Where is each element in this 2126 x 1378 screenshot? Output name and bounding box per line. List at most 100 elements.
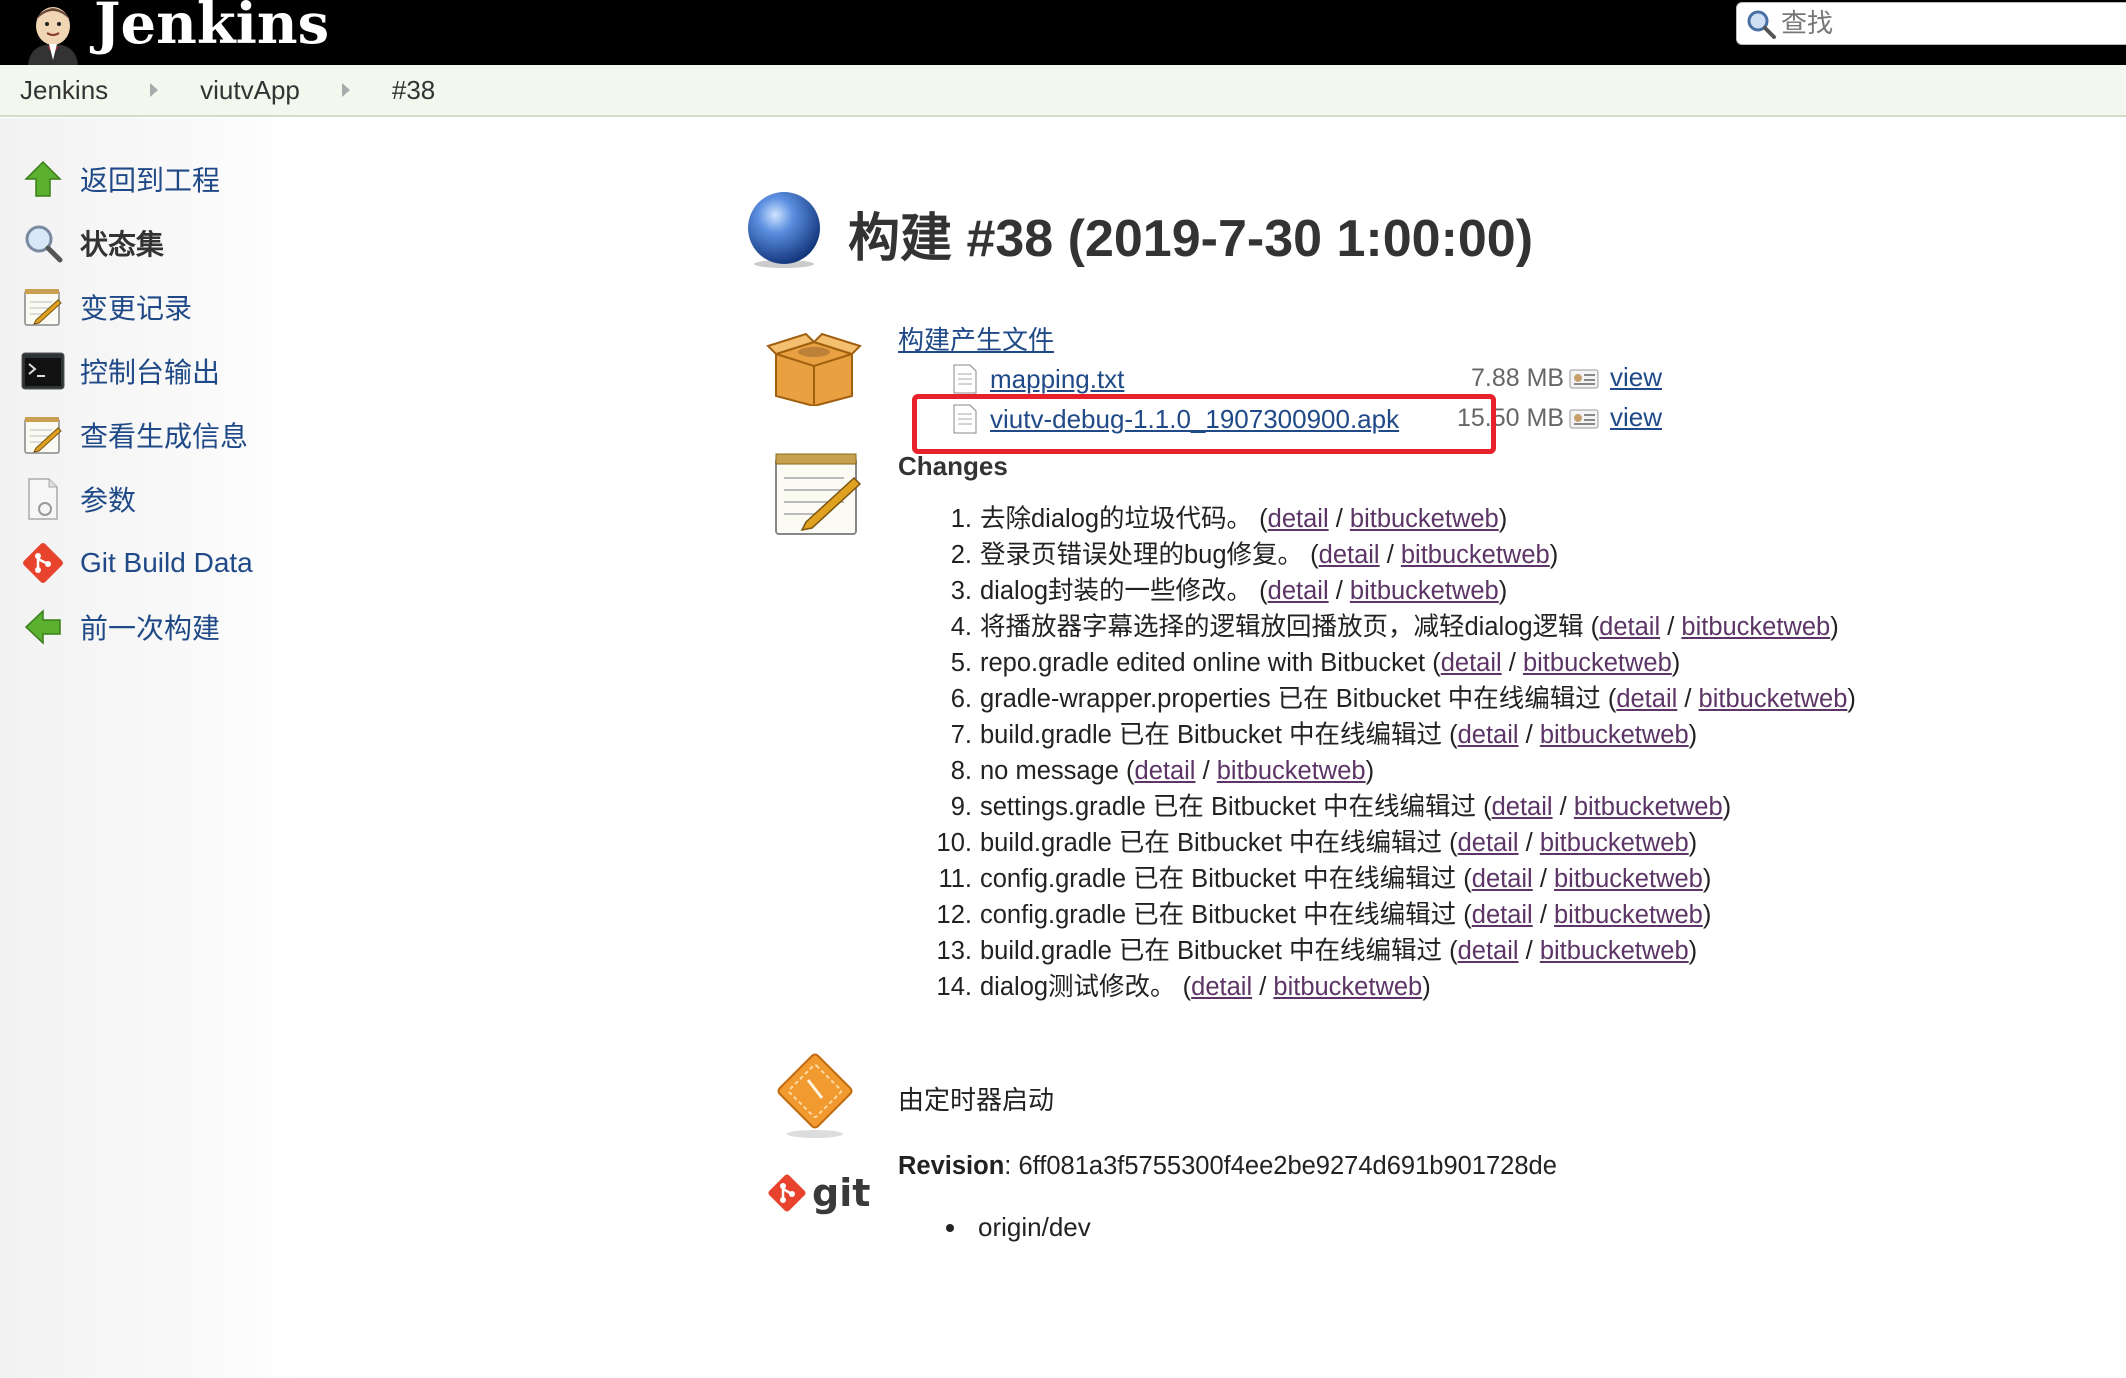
change-detail-link[interactable]: detail [1191, 969, 1252, 1005]
change-number: 4. [950, 613, 972, 641]
notepad-icon [20, 284, 66, 330]
build-cause-text: 由定时器启动 [898, 1085, 1055, 1115]
change-detail-link[interactable]: detail [1458, 825, 1519, 861]
change-number: 14. [936, 973, 972, 1001]
list-item: 3. dialog封装的一些修改。 (detail / bitbucketweb) [898, 573, 1856, 609]
change-web-link[interactable]: bitbucketweb [1217, 753, 1366, 789]
package-icon [766, 332, 862, 406]
change-detail-link[interactable]: detail [1492, 789, 1553, 825]
changes-heading: Changes [898, 451, 1008, 481]
change-web-link[interactable]: bitbucketweb [1401, 537, 1550, 573]
change-detail-link[interactable]: detail [1268, 573, 1329, 609]
artifact-view-link[interactable]: view [1610, 362, 1662, 393]
change-detail-link[interactable]: detail [1268, 501, 1329, 537]
git-diamond-icon [768, 1174, 806, 1212]
change-detail-link[interactable]: detail [1458, 933, 1519, 969]
task-label[interactable]: 参数 [80, 479, 136, 519]
task-changes[interactable]: 变更记录 [20, 282, 192, 332]
notepad-icon [775, 453, 862, 535]
change-web-link[interactable]: bitbucketweb [1699, 681, 1848, 717]
change-web-link[interactable]: bitbucketweb [1554, 861, 1703, 897]
task-label[interactable]: 状态集 [80, 223, 164, 263]
task-previous-build[interactable]: 前一次构建 [20, 602, 220, 652]
left-arrow-icon [20, 604, 66, 650]
breadcrumb-jenkins[interactable]: Jenkins [20, 75, 108, 106]
change-number: 7. [950, 721, 972, 749]
search-input[interactable] [1781, 8, 2121, 39]
task-console-output[interactable]: 控制台输出 [20, 346, 220, 396]
task-label[interactable]: 变更记录 [80, 287, 192, 327]
task-label[interactable]: 查看生成信息 [80, 415, 248, 455]
git-logo-text: git [812, 1171, 871, 1215]
list-item: 8. no message (detail / bitbucketweb) [898, 753, 1856, 789]
change-message: gradle-wrapper.properties 已在 Bitbucket 中… [980, 685, 1601, 713]
document-icon [20, 476, 66, 522]
change-number: 11. [938, 865, 972, 893]
task-label[interactable]: Git Build Data [80, 547, 253, 579]
fingerprint-icon[interactable] [1569, 408, 1599, 430]
change-detail-link[interactable]: detail [1472, 861, 1533, 897]
build-artifacts-link[interactable]: 构建产生文件 [898, 320, 1054, 357]
change-message: config.gradle 已在 Bitbucket 中在线编辑过 [980, 901, 1457, 929]
app-name: Jenkins [94, 0, 330, 57]
change-web-link[interactable]: bitbucketweb [1540, 933, 1689, 969]
task-back-to-project[interactable]: 返回到工程 [20, 154, 220, 204]
revision-hash: 6ff081a3f5755300f4ee2be9274d691b901728de [1018, 1152, 1557, 1180]
search-box[interactable] [1736, 2, 2126, 45]
change-message: 去除dialog的垃圾代码。 [980, 505, 1253, 533]
build-status-ball-icon [748, 192, 820, 268]
change-detail-link[interactable]: detail [1599, 609, 1660, 645]
task-status[interactable]: 状态集 [20, 218, 164, 268]
change-message: build.gradle 已在 Bitbucket 中在线编辑过 [980, 721, 1442, 749]
change-message: settings.gradle 已在 Bitbucket 中在线编辑过 [980, 793, 1476, 821]
change-message: 登录页错误处理的bug修复。 [980, 541, 1304, 569]
change-web-link[interactable]: bitbucketweb [1350, 573, 1499, 609]
change-number: 10. [936, 829, 972, 857]
breadcrumb-separator-icon[interactable] [341, 83, 350, 97]
jenkins-logo[interactable]: Jenkins [18, 0, 329, 65]
change-message: no message [980, 757, 1119, 785]
change-detail-link[interactable]: detail [1472, 897, 1533, 933]
change-detail-link[interactable]: detail [1135, 753, 1196, 789]
change-detail-link[interactable]: detail [1319, 537, 1380, 573]
notepad-icon [20, 412, 66, 458]
task-git-build-data[interactable]: Git Build Data [20, 538, 253, 588]
git-revision: Revision: 6ff081a3f5755300f4ee2be9274d69… [898, 1152, 1557, 1180]
page-header: Jenkins [0, 0, 2126, 65]
side-panel: 返回到工程 状态集 变更记录 控制台输出 查看生成信息 参数 Git Build… [0, 118, 300, 1378]
change-web-link[interactable]: bitbucketweb [1554, 897, 1703, 933]
change-number: 5. [950, 649, 972, 677]
change-detail-link[interactable]: detail [1616, 681, 1677, 717]
change-web-link[interactable]: bitbucketweb [1681, 609, 1830, 645]
magnifier-icon [20, 220, 66, 266]
change-detail-link[interactable]: detail [1441, 645, 1502, 681]
change-web-link[interactable]: bitbucketweb [1273, 969, 1422, 1005]
artifact-file-link[interactable]: mapping.txt [990, 364, 1124, 395]
jenkins-butler-icon [28, 7, 78, 65]
change-message: dialog测试修改。 [980, 973, 1176, 1001]
change-number: 9. [950, 793, 972, 821]
change-message: build.gradle 已在 Bitbucket 中在线编辑过 [980, 937, 1442, 965]
change-number: 3. [950, 577, 972, 605]
task-label[interactable]: 前一次构建 [80, 607, 220, 647]
breadcrumb-viutvapp[interactable]: viutvApp [200, 75, 300, 106]
breadcrumb-separator-icon[interactable] [150, 83, 159, 97]
list-item: 7. build.gradle 已在 Bitbucket 中在线编辑过 (deta… [898, 717, 1856, 753]
revision-label: Revision [898, 1152, 1005, 1180]
task-label[interactable]: 控制台输出 [80, 351, 220, 391]
change-web-link[interactable]: bitbucketweb [1540, 717, 1689, 753]
change-web-link[interactable]: bitbucketweb [1350, 501, 1499, 537]
breadcrumb-build-38[interactable]: #38 [392, 75, 435, 106]
change-web-link[interactable]: bitbucketweb [1540, 825, 1689, 861]
change-web-link[interactable]: bitbucketweb [1574, 789, 1723, 825]
artifact-row: mapping.txt [952, 361, 1124, 397]
task-parameters[interactable]: 参数 [20, 474, 136, 524]
task-edit-build-info[interactable]: 查看生成信息 [20, 410, 248, 460]
fingerprint-icon[interactable] [1569, 368, 1599, 390]
change-detail-link[interactable]: detail [1458, 717, 1519, 753]
branch-name: origin/dev [978, 1212, 1091, 1242]
change-web-link[interactable]: bitbucketweb [1523, 645, 1672, 681]
task-label[interactable]: 返回到工程 [80, 159, 220, 199]
artifact-view-link[interactable]: view [1610, 402, 1662, 433]
list-item: 4. 将播放器字幕选择的逻辑放回播放页，减轻dialog逻辑 (detail / … [898, 609, 1856, 645]
